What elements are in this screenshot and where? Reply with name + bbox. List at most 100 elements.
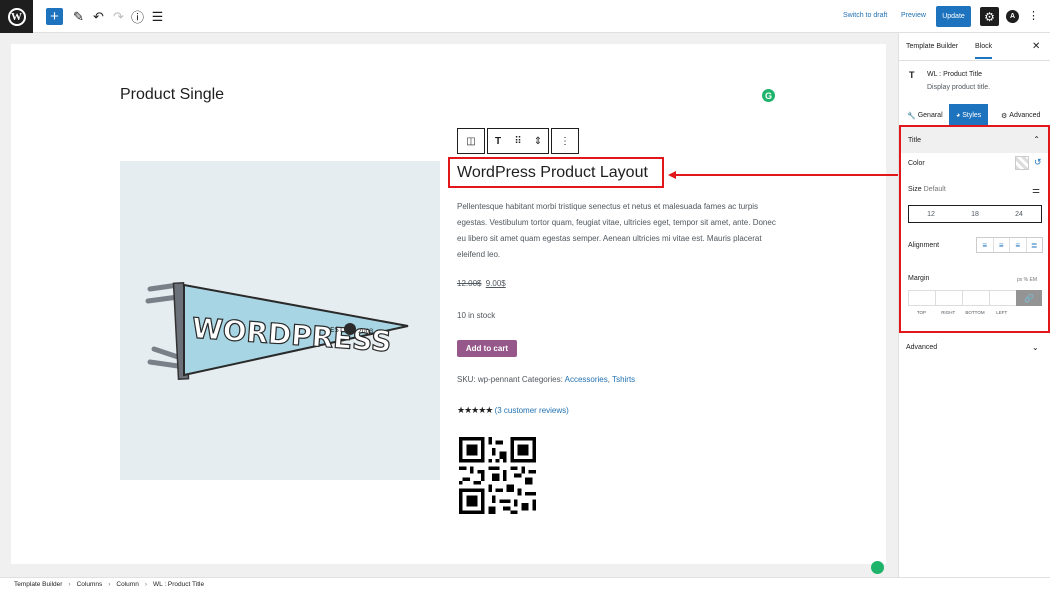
tab-styles[interactable]: ◕ Styles: [949, 104, 989, 127]
page-title[interactable]: Product Single: [120, 86, 224, 104]
link-values-icon[interactable]: 🔗: [1016, 290, 1042, 306]
breadcrumb: Template Builder › Columns › Column › WL…: [0, 577, 1050, 590]
block-toolbar: ◫ T ⠿ ⇕ ⋮: [457, 128, 579, 154]
advanced-panel-toggle[interactable]: Advanced: [906, 344, 937, 351]
undo-icon[interactable]: ↶: [90, 8, 107, 25]
settings-gear-icon[interactable]: ⚙: [980, 7, 999, 26]
pencil-icon[interactable]: ✎: [70, 8, 87, 25]
palette-icon: ◕: [956, 112, 961, 119]
size-option-12[interactable]: 12: [927, 211, 935, 218]
tab-advanced-label: Advanced: [1009, 112, 1041, 119]
margin-bottom-input[interactable]: [962, 290, 990, 306]
toolbar-group-parent: ◫: [457, 128, 485, 154]
grammarly-icon[interactable]: G: [762, 89, 775, 102]
toolbar-group-block: T ⠿ ⇕: [487, 128, 549, 154]
chevron-up-icon: ⌃: [1033, 135, 1040, 144]
panel-title-header[interactable]: Title ⌃: [901, 127, 1048, 153]
margin-inputs: 🔗: [908, 290, 1042, 306]
block-type-icon[interactable]: T: [488, 136, 508, 147]
category-link-accessories[interactable]: Accessories: [565, 375, 608, 384]
align-justify-icon[interactable]: ≣: [1027, 238, 1043, 252]
breadcrumb-columns[interactable]: Columns: [77, 581, 103, 588]
sku-text: SKU: wp-pennant Categories:: [457, 375, 565, 384]
add-block-button[interactable]: +: [46, 8, 63, 25]
pennant-year: 2003: [358, 328, 373, 335]
price-old: 12.00$: [457, 279, 482, 288]
alignment-buttons: ≡ ≡ ≡ ≣: [976, 237, 1043, 253]
grammarly-badge-icon[interactable]: [871, 561, 884, 574]
product-meta: SKU: wp-pennant Categories: Accessories,…: [457, 375, 635, 384]
close-icon[interactable]: ✕: [1032, 41, 1040, 52]
tab-styles-label: Styles: [962, 112, 982, 119]
block-options-icon[interactable]: ⋮: [552, 136, 578, 147]
add-to-cart-button[interactable]: Add to cart: [457, 340, 517, 357]
category-link-tshirts[interactable]: Tshirts: [612, 375, 635, 384]
qr-code: [459, 437, 536, 514]
settings-sidebar: Template Builder Block ✕ T WL : Product …: [898, 33, 1050, 577]
tab-template-builder[interactable]: Template Builder: [906, 43, 958, 50]
pennant-est: EST: [330, 326, 344, 334]
margin-left-label: LEFT: [996, 310, 1008, 315]
margin-top-input[interactable]: [908, 290, 936, 306]
switch-to-draft-link[interactable]: Switch to draft: [843, 12, 887, 19]
size-label: Size Default: [908, 186, 946, 193]
list-view-icon[interactable]: ☰: [149, 8, 166, 25]
select-parent-icon[interactable]: ◫: [458, 136, 484, 147]
astra-icon[interactable]: A: [1006, 10, 1019, 23]
wordpress-logo-icon[interactable]: W: [0, 0, 33, 33]
unit-selector[interactable]: px % EM: [1017, 277, 1037, 283]
preview-link[interactable]: Preview: [901, 12, 926, 19]
product-price: 12.00$ 9.00$: [457, 279, 506, 288]
margin-bottom-label: BOTTOM: [965, 310, 985, 315]
product-description: Pellentesque habitant morbi tristique se…: [457, 202, 776, 259]
size-option-18[interactable]: 18: [971, 211, 979, 218]
block-name: WL : Product Title: [927, 71, 982, 78]
margin-labels-spacer: [1015, 310, 1042, 315]
margin-right-label: RIGHT: [941, 310, 956, 315]
annotation-arrow: [672, 174, 898, 176]
price-new: 9.00$: [485, 279, 506, 288]
breadcrumb-column[interactable]: Column: [116, 581, 138, 588]
margin-side-labels: TOP RIGHT BOTTOM LEFT: [908, 310, 1042, 315]
drag-handle-icon[interactable]: ⠿: [508, 136, 528, 147]
margin-label: Margin: [908, 275, 930, 282]
update-button[interactable]: Update: [936, 6, 971, 27]
pennant-wp-logo-icon: [344, 323, 356, 335]
product-image[interactable]: WORDPRESS EST 2003: [120, 161, 440, 480]
star-rating-icon: ★★★★★: [457, 405, 493, 415]
panel-title: Title: [908, 136, 921, 144]
style-subtabs: 🔧 Genaral ◕ Styles ⚙ Advanced: [899, 104, 1050, 127]
tab-general-label: Genaral: [917, 112, 943, 119]
margin-top-label: TOP: [916, 310, 926, 315]
sliders-icon[interactable]: ⚌: [1032, 185, 1040, 196]
breadcrumb-template-builder[interactable]: Template Builder: [14, 581, 62, 588]
tab-block[interactable]: Block: [975, 43, 993, 59]
size-label-text: Size: [908, 186, 922, 193]
align-right-icon[interactable]: ≡: [1010, 238, 1027, 252]
move-up-down-icon[interactable]: ⇕: [528, 136, 548, 147]
customer-reviews-link[interactable]: (3 customer reviews): [495, 406, 569, 415]
block-description: Display product title.: [927, 84, 991, 91]
annotation-arrow-head: [668, 171, 676, 179]
size-value: Default: [923, 186, 946, 193]
chevron-down-icon[interactable]: ⌄: [1032, 343, 1039, 352]
margin-right-input[interactable]: [935, 290, 963, 306]
redo-icon[interactable]: ↷: [110, 8, 127, 25]
alignment-label: Alignment: [908, 242, 940, 249]
stock-status: 10 in stock: [457, 311, 496, 320]
size-option-24[interactable]: 24: [1015, 211, 1023, 218]
breadcrumb-separator: ›: [68, 580, 71, 588]
more-options-icon[interactable]: ⋮: [1028, 9, 1039, 22]
breadcrumb-product-title[interactable]: WL : Product Title: [153, 581, 204, 588]
toolbar-group-options: ⋮: [551, 128, 579, 154]
tab-advanced[interactable]: ⚙ Advanced: [1001, 104, 1040, 127]
info-icon[interactable]: ⓘ: [129, 8, 146, 25]
align-left-icon[interactable]: ≡: [977, 238, 994, 252]
product-title[interactable]: WordPress Product Layout: [448, 157, 664, 188]
tab-general[interactable]: 🔧 Genaral: [907, 104, 943, 127]
reset-icon[interactable]: ↺: [1034, 157, 1042, 168]
margin-left-input[interactable]: [989, 290, 1017, 306]
color-picker[interactable]: [1015, 156, 1029, 170]
text-block-icon: T: [909, 70, 915, 80]
align-center-icon[interactable]: ≡: [994, 238, 1010, 252]
